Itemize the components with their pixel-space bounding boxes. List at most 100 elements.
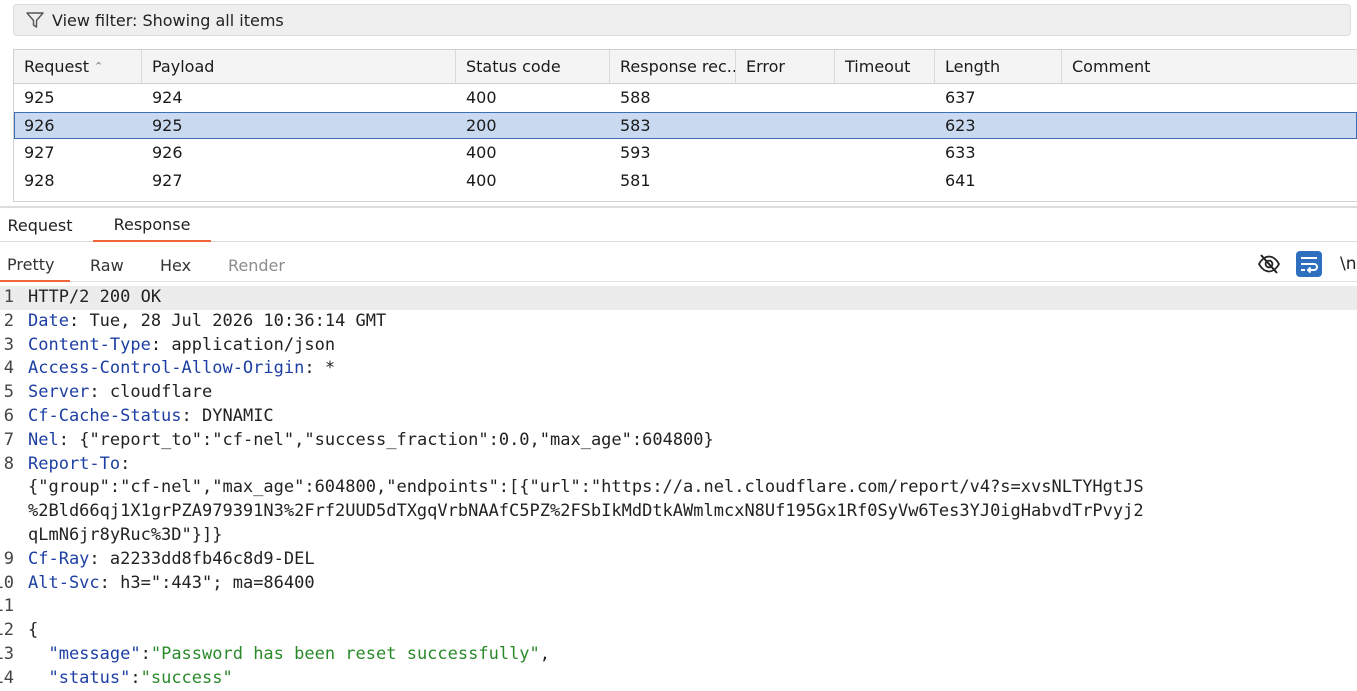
- cell-error: [736, 167, 835, 195]
- cell-payload: 924: [152, 88, 183, 108]
- code-line: {"group":"cf-nel","max_age":604800,"endp…: [0, 476, 1357, 500]
- column-header-timeout[interactable]: Timeout: [835, 50, 935, 83]
- code-line: 13 "message":"Password has been reset su…: [0, 643, 1357, 667]
- tab-pretty[interactable]: Pretty: [0, 248, 70, 282]
- json-key: "message": [28, 643, 141, 664]
- code-text: Server: cloudflare: [28, 382, 213, 403]
- line-number: 4: [3, 358, 14, 379]
- cell-comment: [1062, 139, 1357, 167]
- header-value: Tue, 28 Jul 2026 10:36:14 GMT: [79, 310, 387, 331]
- table-row[interactable]: 925 924 400 588 637: [14, 84, 1357, 112]
- code-text: Alt-Svc: h3=":443"; ma=86400: [28, 572, 315, 593]
- table-header: Request ⌃ Payload Status code Response re…: [14, 50, 1357, 84]
- code-line: 11: [0, 595, 1357, 619]
- tab-render[interactable]: Render: [228, 248, 285, 282]
- intruder-results-table[interactable]: Request ⌃ Payload Status code Response re…: [13, 49, 1357, 202]
- cell-error: [736, 84, 835, 112]
- tab-response[interactable]: Response: [93, 208, 211, 242]
- cell-payload: 926: [152, 143, 183, 163]
- code-text: "status":"success": [28, 667, 233, 688]
- column-header-error[interactable]: Error: [736, 50, 835, 83]
- json-value: "success": [140, 667, 233, 688]
- table-row[interactable]: 926 925 200 583 623: [14, 111, 1357, 140]
- code-line: 10 Alt-Svc: h3=":443"; ma=86400: [0, 572, 1357, 596]
- code-line: 12 {: [0, 619, 1357, 643]
- view-filter-label: View filter: Showing all items: [52, 10, 284, 30]
- cell-request: 928: [24, 170, 55, 190]
- code-text: {"group":"cf-nel","max_age":604800,"endp…: [28, 476, 1144, 500]
- cell-status-code: 400: [466, 143, 497, 163]
- code-text: %2Bld66qj1X1grPZA979391N3%2Frf2UUD5dTXgq…: [28, 500, 1144, 524]
- header-name: Nel: [28, 429, 59, 450]
- word-wrap-icon[interactable]: [1295, 250, 1323, 278]
- response-editor[interactable]: 1 HTTP/2 200 OK 2 Date: Tue, 28 Jul 2026 10…: [0, 286, 1357, 691]
- sort-ascending-icon: ⌃: [94, 60, 104, 73]
- column-header-request[interactable]: Request ⌃: [14, 50, 142, 83]
- cell-response-received: 593: [620, 143, 651, 163]
- code-text: Date: Tue, 28 Jul 2026 10:36:14 GMT: [28, 310, 387, 331]
- line-number: 11: [0, 596, 14, 617]
- column-header-length[interactable]: Length: [935, 50, 1062, 83]
- cell-error: [736, 112, 835, 140]
- tab-hex[interactable]: Hex: [160, 248, 191, 282]
- line-number: 14: [0, 667, 14, 688]
- code-text: Cf-Ray: a2233dd8fb46c8d9-DEL: [28, 548, 315, 569]
- line-number: 1: [3, 287, 14, 307]
- code-text: {: [28, 619, 38, 643]
- code-line: 14 "status":"success": [0, 667, 1357, 691]
- line-number: 13: [0, 643, 14, 664]
- header-name: Server: [28, 382, 90, 403]
- line-number: 10: [0, 572, 14, 593]
- table-row[interactable]: 927 926 400 593 633: [14, 139, 1357, 167]
- json-punctuation: ,: [539, 643, 551, 664]
- header-value: application/json: [161, 334, 336, 355]
- cell-timeout: [835, 167, 935, 195]
- cell-comment: [1062, 84, 1357, 112]
- header-name: Cf-Ray: [28, 548, 90, 569]
- code-line: 8 Report-To:: [0, 453, 1357, 477]
- header-name: Alt-Svc: [28, 572, 100, 593]
- code-line: 2 Date: Tue, 28 Jul 2026 10:36:14 GMT: [0, 310, 1357, 334]
- cell-status-code: 200: [466, 115, 497, 135]
- table-body: 925 924 400 588 637 926 925 200 583 623 927 926 400 5…: [14, 84, 1357, 201]
- column-header-payload[interactable]: Payload: [142, 50, 456, 83]
- cell-comment: [1062, 112, 1357, 140]
- column-header-comment[interactable]: Comment: [1062, 50, 1357, 83]
- code-text: Report-To:: [28, 453, 131, 474]
- cell-payload: 925: [152, 115, 183, 135]
- code-content: qLmN6jr8yRuc%3D"}]}: [28, 524, 223, 545]
- cell-timeout: [835, 84, 935, 112]
- cell-request: 925: [24, 88, 55, 108]
- header-value: a2233dd8fb46c8d9-DEL: [99, 548, 315, 569]
- show-newlines-toggle[interactable]: \n: [1340, 250, 1357, 278]
- cell-payload: 927: [152, 170, 183, 190]
- header-name: Date: [28, 310, 69, 331]
- eye-slash-icon[interactable]: [1255, 250, 1283, 278]
- tab-request[interactable]: Request: [0, 208, 80, 242]
- code-line: %2Bld66qj1X1grPZA979391N3%2Frf2UUD5dTXgq…: [0, 500, 1357, 524]
- header-name: Cf-Cache-Status: [28, 405, 182, 426]
- code-line: 5 Server: cloudflare: [0, 381, 1357, 405]
- header-value: *: [314, 358, 336, 379]
- code-line: qLmN6jr8yRuc%3D"}]}: [0, 524, 1357, 548]
- line-number: 7: [3, 429, 14, 450]
- header-value: {"report_to":"cf-nel","success_fraction"…: [68, 429, 714, 450]
- view-filter-bar[interactable]: View filter: Showing all items: [13, 4, 1351, 36]
- column-header-status-code[interactable]: Status code: [456, 50, 610, 83]
- tab-raw[interactable]: Raw: [90, 248, 124, 282]
- column-header-response-received[interactable]: Response rec...: [610, 50, 736, 83]
- table-row-partial: [14, 194, 1357, 201]
- cell-status-code: 400: [466, 170, 497, 190]
- line-number: 12: [0, 620, 14, 641]
- table-row[interactable]: 928 927 400 581 641: [14, 167, 1357, 195]
- view-tabs: Pretty Raw Hex Render: [0, 248, 1357, 282]
- cell-response-received: 583: [620, 115, 651, 135]
- cell-status-code: 400: [466, 88, 497, 108]
- code-text: Access-Control-Allow-Origin: *: [28, 358, 336, 379]
- code-content: %2Bld66qj1X1grPZA979391N3%2Frf2UUD5dTXgq…: [28, 501, 1144, 522]
- code-text: qLmN6jr8yRuc%3D"}]}: [28, 524, 222, 548]
- line-number: 9: [3, 548, 14, 569]
- header-value: cloudflare: [99, 382, 213, 403]
- cell-length: 641: [945, 170, 976, 190]
- line-number: 6: [3, 405, 14, 426]
